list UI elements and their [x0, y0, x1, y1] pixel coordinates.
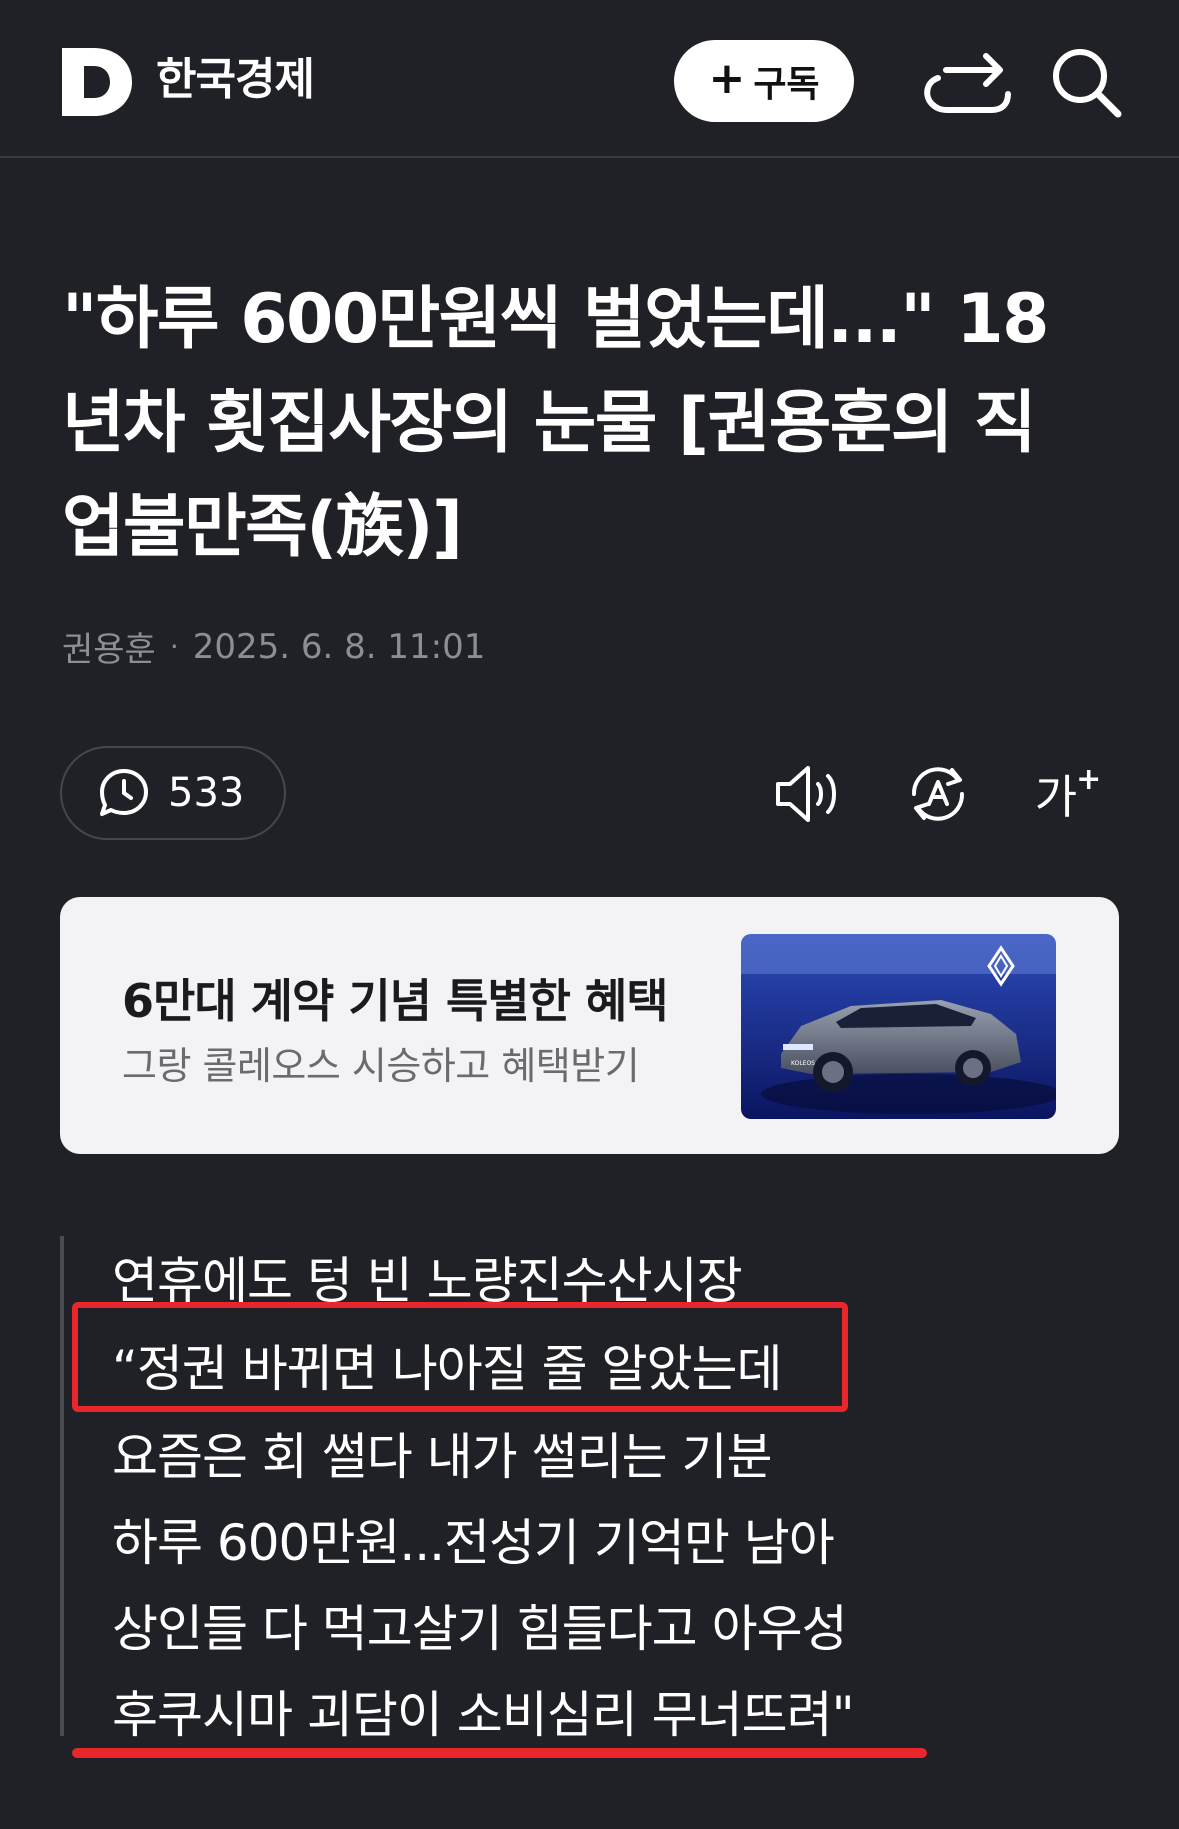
plus-icon: + [1076, 761, 1102, 797]
comment-icon [100, 769, 148, 816]
quote-line: 상인들 다 먹고살기 힘들다고 아우성 [112, 1600, 848, 1658]
font-size-button[interactable]: 가 + [1030, 756, 1106, 832]
title-line: 년차 횟집사장의 눈물 [권용훈의 직 [62, 384, 1037, 463]
comment-button[interactable]: 533 [60, 746, 286, 840]
ad-banner[interactable]: 6만대 계약 기념 특별한 혜택 그랑 콜레오스 시승하고 혜택받기 KOLEO… [60, 897, 1119, 1154]
title-line: "하루 600만원씩 벌었는데..." 18 [62, 280, 1050, 359]
share-icon[interactable] [916, 48, 1022, 118]
comment-count: 533 [168, 770, 245, 816]
red-underline-mark [72, 1748, 927, 1758]
plus-icon: + [708, 53, 746, 104]
quote-line: 하루 600만원...전성기 기억만 남아 [112, 1514, 835, 1572]
article-title: "하루 600만원씩 벌었는데..." 18 년차 횟집사장의 눈물 [권용훈의… [62, 268, 1122, 580]
byline-separator: · [169, 630, 179, 663]
byline: 권용훈 · 2025. 6. 8. 11:01 [62, 622, 485, 671]
top-bar: 한국경제 + 구독 [0, 0, 1179, 158]
author-name[interactable]: 권용훈 [62, 622, 156, 671]
quote-line: 요즘은 회 썰다 내가 썰리는 기분 [112, 1428, 772, 1486]
car-plate-text: KOLEOS [791, 1060, 815, 1067]
summary-icon[interactable] [900, 756, 976, 832]
search-icon[interactable] [1048, 44, 1124, 120]
logo-d-icon[interactable] [62, 48, 132, 116]
subscribe-button[interactable]: + 구독 [674, 40, 854, 122]
quote-line: 후쿠시마 괴담이 소비심리 무너뜨려" [112, 1686, 855, 1744]
publish-datetime: 2025. 6. 8. 11:01 [192, 626, 486, 667]
audio-speaker-icon[interactable] [770, 756, 846, 832]
red-highlight-box [72, 1302, 848, 1412]
publisher-name[interactable]: 한국경제 [156, 50, 315, 110]
title-line: 업불만족(族)] [62, 488, 463, 567]
ad-title: 6만대 계약 기념 특별한 혜택 [122, 974, 669, 1028]
car-ad-image: KOLEOS [741, 934, 1056, 1119]
subscribe-label: 구독 [753, 64, 820, 105]
font-size-label: 가 [1034, 770, 1077, 824]
ad-subtitle: 그랑 콜레오스 시승하고 혜택받기 [122, 1044, 640, 1088]
